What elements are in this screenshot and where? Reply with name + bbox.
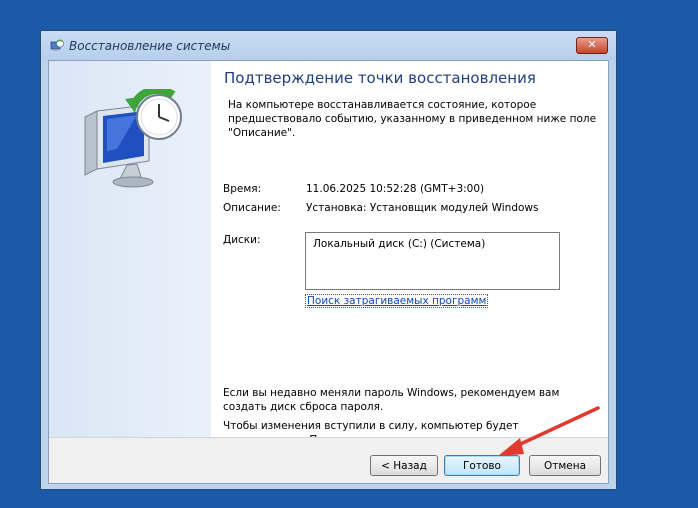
time-label: Время: [223, 183, 262, 195]
description-label: Описание: [223, 202, 281, 214]
cancel-button[interactable]: Отмена [529, 455, 601, 476]
disk-item-c[interactable]: Локальный диск (C:) (Система) [313, 238, 485, 250]
finish-button[interactable]: Готово [444, 455, 520, 476]
intro-text: На компьютере восстанавливается состояни… [228, 99, 597, 139]
desktop: Восстановление системы ✕ Подтверждение т… [0, 0, 698, 508]
left-panel [49, 61, 211, 437]
window-title: Восстановление системы [69, 39, 231, 53]
scan-affected-programs-link[interactable]: Поиск затрагиваемых программ [305, 294, 489, 308]
close-button[interactable]: ✕ [576, 37, 608, 54]
close-icon: ✕ [587, 38, 597, 51]
right-panel: Подтверждение точки восстановления На ко… [211, 61, 608, 460]
page-title: Подтверждение точки восстановления [224, 69, 536, 87]
system-restore-icon [50, 39, 64, 51]
disks-label: Диски: [223, 234, 261, 246]
time-value: 11.06.2025 10:52:28 (GMT+3:00) [306, 183, 485, 195]
system-restore-monitor-icon [84, 89, 182, 188]
dialog-client: Подтверждение точки восстановления На ко… [48, 60, 609, 484]
system-restore-window: Восстановление системы ✕ Подтверждение т… [40, 30, 617, 490]
back-button[interactable]: < Назад [370, 455, 438, 476]
button-bar: < Назад Готово Отмена [49, 437, 608, 483]
title-bar[interactable]: Восстановление системы ✕ [41, 31, 616, 60]
description-value: Установка: Установщик модулей Windows [306, 202, 539, 214]
password-note: Если вы недавно меняли пароль Windows, р… [223, 387, 560, 413]
disks-list[interactable]: Локальный диск (C:) (Система) [305, 232, 560, 290]
